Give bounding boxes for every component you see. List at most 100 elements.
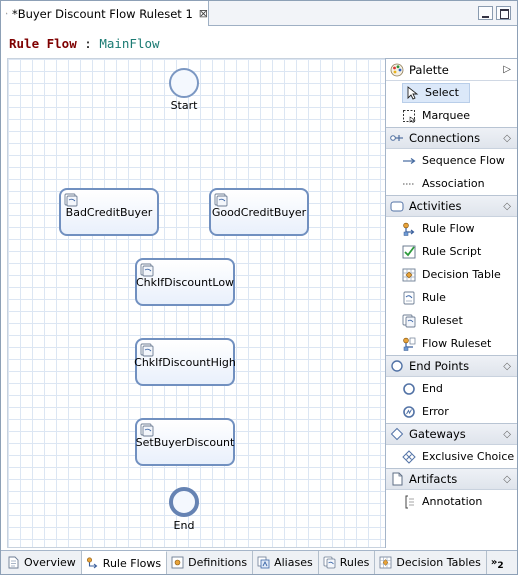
tab-decision-tables-label: Decision Tables <box>396 556 481 569</box>
drawer-gateways[interactable]: Gateways ◇ <box>386 423 517 445</box>
tool-marquee[interactable]: Marquee <box>386 104 517 127</box>
palette-icon <box>390 63 404 76</box>
window-controls <box>478 6 511 20</box>
ruleset-icon <box>214 193 228 207</box>
tool-exclusive-choice-label: Exclusive Choice <box>422 450 515 463</box>
node-label: ChkIfDiscountLow <box>135 275 235 289</box>
start-event-label: Start <box>170 99 198 112</box>
rule-flow-icon <box>403 222 415 236</box>
tool-ruleset[interactable]: Ruleset <box>386 309 517 332</box>
ruleset-icon <box>64 193 78 207</box>
rule-flow-keyword: Rule Flow <box>9 36 77 51</box>
collapse-icon[interactable]: ◇ <box>503 201 511 212</box>
tab-definitions[interactable]: Definitions <box>167 551 254 574</box>
palette-header[interactable]: Palette ▷ <box>386 59 517 81</box>
tool-end[interactable]: End <box>386 377 517 400</box>
collapse-icon[interactable]: ◇ <box>503 429 511 440</box>
bottom-tab-bar: Overview Rule Flows Definitions Aliases … <box>1 550 517 574</box>
node-label: ChkIfDiscountHigh <box>134 355 236 369</box>
drawer-end-points[interactable]: End Points ◇ <box>386 355 517 377</box>
more-tabs-button[interactable]: » 2 <box>487 551 509 574</box>
tab-aliases[interactable]: Aliases <box>253 551 319 574</box>
node-label: SetBuyerDiscount <box>135 435 235 449</box>
tab-overview-label: Overview <box>24 556 76 569</box>
node-chk-if-discount-low[interactable]: ChkIfDiscountLow <box>135 258 235 306</box>
editor-window: *Buyer Discount Flow Ruleset 1 ⊠ Rule Fl… <box>0 0 518 575</box>
editor-tab-title: *Buyer Discount Flow Ruleset 1 <box>11 6 193 21</box>
tool-marquee-label: Marquee <box>422 109 471 122</box>
node-bad-credit-buyer[interactable]: BadCreditBuyer <box>59 188 159 236</box>
end-circle-icon <box>403 382 415 395</box>
close-tab-icon[interactable]: ⊠ <box>199 7 208 20</box>
tool-error-label: Error <box>422 405 449 418</box>
activity-icon <box>390 201 404 212</box>
dotted-line-icon <box>403 183 415 184</box>
palette-expand-icon[interactable]: ▷ <box>503 64 511 75</box>
editor-tab-bar: *Buyer Discount Flow Ruleset 1 ⊠ <box>1 1 517 26</box>
tool-annotation[interactable]: Annotation <box>386 490 517 513</box>
tab-definitions-label: Definitions <box>188 556 248 569</box>
tool-select[interactable]: Select <box>386 81 517 104</box>
rule-flow-icon <box>86 556 98 568</box>
rules-icon <box>323 556 336 569</box>
node-good-credit-buyer[interactable]: GoodCreditBuyer <box>209 188 309 236</box>
drawer-artifacts[interactable]: Artifacts ◇ <box>386 468 517 490</box>
aliases-icon <box>257 556 270 569</box>
tool-association[interactable]: Association <box>386 172 517 195</box>
overview-icon <box>8 556 19 569</box>
node-set-buyer-discount[interactable]: SetBuyerDiscount <box>135 418 235 466</box>
error-circle-icon <box>403 405 415 418</box>
rule-flow-name: MainFlow <box>99 36 160 51</box>
tab-overview[interactable]: Overview <box>3 551 82 574</box>
tool-decision-table[interactable]: Decision Table <box>386 263 517 286</box>
drawer-activities[interactable]: Activities ◇ <box>386 195 517 217</box>
tool-error[interactable]: Error <box>386 400 517 423</box>
tool-flow-ruleset[interactable]: Flow Ruleset <box>386 332 517 355</box>
ruleset-icon <box>402 314 416 327</box>
tool-sequence-flow[interactable]: Sequence Flow <box>386 149 517 172</box>
collapse-icon[interactable]: ◇ <box>503 474 511 485</box>
tool-association-label: Association <box>422 177 485 190</box>
tool-sequence-flow-label: Sequence Flow <box>422 154 505 167</box>
drawer-connections-title: Connections <box>409 131 481 145</box>
node-chk-if-discount-high[interactable]: ChkIfDiscountHigh <box>134 338 236 386</box>
tab-rule-flows[interactable]: Rule Flows <box>81 551 168 574</box>
tool-ruleset-label: Ruleset <box>422 314 463 327</box>
definitions-icon <box>171 556 184 569</box>
start-event[interactable] <box>169 68 199 98</box>
arrow-right-icon <box>403 157 416 164</box>
tab-aliases-label: Aliases <box>274 556 313 569</box>
drawer-connections[interactable]: Connections ◇ <box>386 127 517 149</box>
minimize-button[interactable] <box>478 6 493 20</box>
tool-rule-script[interactable]: Rule Script <box>386 240 517 263</box>
collapse-icon[interactable]: ◇ <box>503 133 511 144</box>
rule-icon <box>403 291 415 304</box>
artifact-icon <box>392 472 403 486</box>
collapse-icon[interactable]: ◇ <box>503 361 511 372</box>
decision-table-icon <box>379 556 392 569</box>
tool-end-label: End <box>422 382 443 395</box>
editor-tab[interactable]: *Buyer Discount Flow Ruleset 1 ⊠ <box>1 1 209 26</box>
tool-rule[interactable]: Rule <box>386 286 517 309</box>
tool-rule-label: Rule <box>422 291 446 304</box>
marquee-icon <box>403 109 416 123</box>
annotation-icon <box>405 495 414 508</box>
tab-decision-tables[interactable]: Decision Tables <box>375 551 487 574</box>
tool-exclusive-choice[interactable]: Exclusive Choice <box>386 445 517 468</box>
tool-flow-ruleset-label: Flow Ruleset <box>422 337 492 350</box>
maximize-button[interactable] <box>496 6 511 20</box>
tab-rules[interactable]: Rules <box>319 551 376 574</box>
palette-title: Palette <box>409 62 449 77</box>
drawer-activities-title: Activities <box>409 199 462 213</box>
tool-rule-flow[interactable]: Rule Flow <box>386 217 517 240</box>
tab-rule-flows-label: Rule Flows <box>102 556 162 570</box>
pointer-arrow-icon <box>407 85 419 100</box>
tool-decision-table-label: Decision Table <box>422 268 501 281</box>
tool-rule-script-label: Rule Script <box>422 245 482 258</box>
tab-rules-label: Rules <box>339 556 370 569</box>
palette-panel: Palette ▷ Select Marquee Connections ◇ S… <box>385 58 517 548</box>
drawer-gateways-title: Gateways <box>409 427 466 441</box>
end-event[interactable] <box>169 487 199 517</box>
rule-flow-canvas[interactable]: Start BadCreditBuyer GoodCreditBuyer Chk… <box>7 58 385 548</box>
tool-annotation-label: Annotation <box>422 495 483 508</box>
